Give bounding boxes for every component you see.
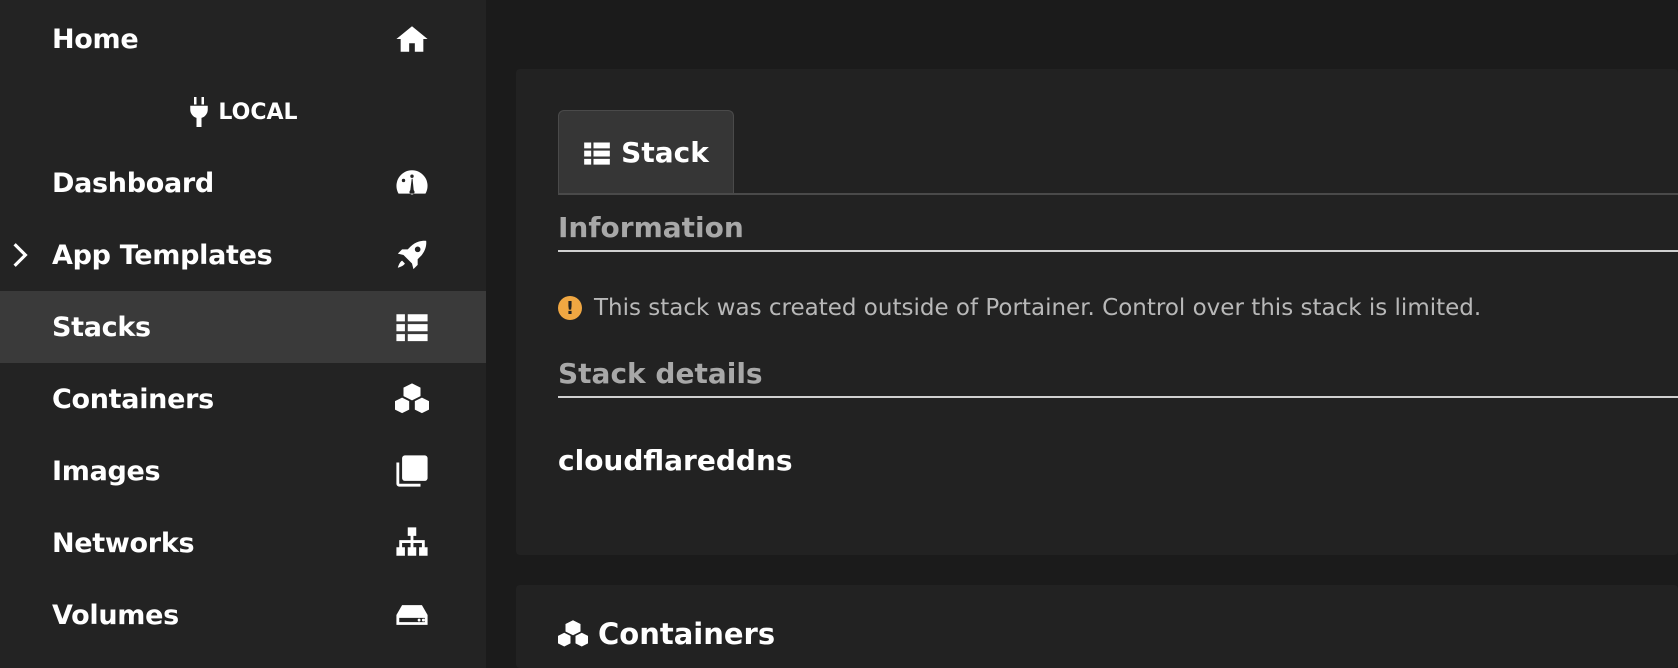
environment-label: LOCAL — [0, 90, 486, 134]
sidebar: Home LOCAL Dashboard App Templates Stack… — [0, 0, 486, 668]
containers-title-label: Containers — [598, 617, 776, 651]
exclamation-circle-icon: ! — [558, 296, 582, 320]
chevron-right-icon[interactable] — [10, 240, 30, 270]
sidebar-item-label: Networks — [52, 527, 195, 559]
home-icon — [394, 21, 430, 57]
sidebar-item-networks[interactable]: Networks — [0, 507, 486, 579]
sidebar-item-label: Volumes — [52, 599, 179, 631]
clone-icon — [394, 453, 430, 489]
tab-label: Stack — [621, 136, 709, 169]
external-stack-notice: ! This stack was created outside of Port… — [558, 295, 1481, 321]
notice-text: This stack was created outside of Portai… — [594, 295, 1482, 321]
sidebar-item-label: App Templates — [52, 239, 273, 271]
sidebar-item-app-templates[interactable]: App Templates — [0, 219, 486, 291]
sidebar-item-images[interactable]: Images — [0, 435, 486, 507]
sidebar-item-dashboard[interactable]: Dashboard — [0, 147, 486, 219]
sidebar-item-label: Images — [52, 455, 161, 487]
environment-name: LOCAL — [218, 99, 298, 125]
sidebar-item-containers[interactable]: Containers — [0, 363, 486, 435]
tab-stack[interactable]: Stack — [558, 110, 734, 194]
sidebar-item-label: Containers — [52, 383, 214, 415]
sidebar-item-label: Stacks — [52, 311, 151, 343]
sidebar-item-home[interactable]: Home — [0, 3, 486, 75]
stack-details-title: Stack details — [558, 357, 1678, 398]
sitemap-icon — [394, 525, 430, 561]
cubes-icon — [394, 381, 430, 417]
sidebar-item-label: Dashboard — [52, 167, 214, 199]
sidebar-item-label: Home — [52, 23, 139, 55]
list-icon — [584, 142, 610, 165]
sidebar-item-stacks[interactable]: Stacks — [0, 291, 486, 363]
stack-panel: Stack Information ! This stack was creat… — [516, 69, 1678, 555]
stack-name: cloudflareddns — [558, 444, 793, 477]
tab-divider — [558, 193, 1678, 195]
cubes-icon — [558, 620, 588, 647]
information-title: Information — [558, 211, 1678, 252]
plug-icon — [190, 97, 209, 127]
hdd-icon — [394, 597, 430, 633]
rocket-icon — [394, 237, 430, 273]
list-icon — [394, 309, 430, 345]
containers-title: Containers — [558, 617, 775, 651]
containers-panel: Containers — [516, 585, 1678, 668]
tachometer-icon — [394, 165, 430, 201]
sidebar-item-volumes[interactable]: Volumes — [0, 579, 486, 651]
